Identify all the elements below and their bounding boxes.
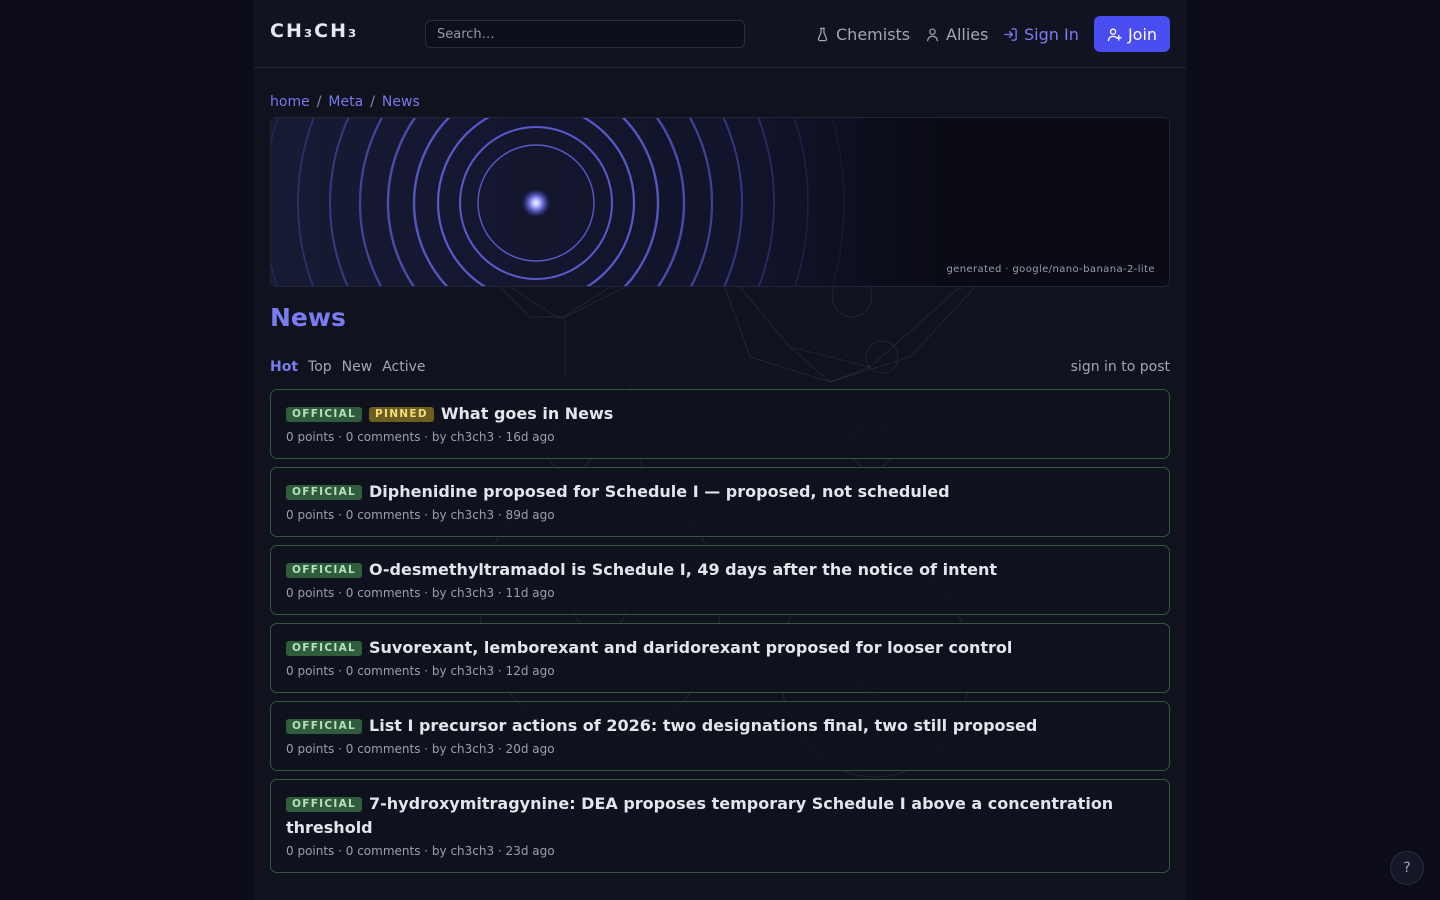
tab-active[interactable]: Active [382,359,425,375]
post-meta: 0 points · 0 comments · by ch3ch3 · 20d … [286,742,555,756]
official-badge: OFFICIAL [286,563,363,578]
post-card[interactable]: OFFICIAL PINNED What goes in News 0 points… [270,389,1170,459]
post-card[interactable]: OFFICIAL Suvorexant, lemborexant and dari… [270,623,1170,693]
community-banner: generated · google/nano-banana-2-lite [270,117,1170,287]
post-card[interactable]: OFFICIAL Diphenidine proposed for Schedul… [270,467,1170,537]
official-badge: OFFICIAL [286,641,363,656]
post-title[interactable]: What goes in News [441,404,613,423]
banner-image [271,118,1169,286]
nav-allies-link[interactable]: Allies [925,22,988,46]
tab-hot[interactable]: Hot [270,359,298,375]
official-badge: OFFICIAL [286,797,363,812]
official-badge: OFFICIAL [286,719,363,734]
user-icon [927,27,938,41]
post-card[interactable]: OFFICIAL List I precursor actions of 2026… [270,701,1170,771]
banner-caption: generated · google/nano-banana-2-lite [946,264,1155,275]
tab-new[interactable]: New [342,359,373,375]
post-meta: 0 points · 0 comments · by ch3ch3 · 89d … [286,508,555,522]
help-button[interactable]: ? [1390,851,1424,885]
sort-tabs: Hot Top New Active [270,359,426,375]
sign-in-label: Sign In [1024,24,1079,44]
post-title-line: OFFICIAL List I precursor actions of 2026… [286,714,1154,738]
user-plus-icon [1107,27,1122,41]
post-title-line: OFFICIAL Suvorexant, lemborexant and dari… [286,636,1154,660]
breadcrumb-meta[interactable]: Meta [328,94,363,110]
post-title-line: OFFICIAL O-desmethyltramadol is Schedule … [286,558,1154,582]
post-title-line: OFFICIAL Diphenidine proposed for Schedul… [286,480,1154,504]
breadcrumb: home / Meta / News [270,94,420,110]
post-list: OFFICIAL PINNED What goes in News 0 points… [270,389,1170,881]
sign-in-link[interactable]: Sign In [1003,22,1079,46]
page-title: News [270,303,346,332]
post-title[interactable]: Suvorexant, lemborexant and daridorexant… [369,638,1012,657]
sign-in-icon [1004,27,1017,41]
flask-icon [817,27,828,41]
post-meta: 0 points · 0 comments · by ch3ch3 · 11d … [286,586,555,600]
post-meta: 0 points · 0 comments · by ch3ch3 · 16d … [286,430,555,444]
breadcrumb-separator: / [316,94,322,110]
post-card[interactable]: OFFICIAL O-desmethyltramadol is Schedule … [270,545,1170,615]
site-logo[interactable]: CH₃CH₃ [270,20,358,42]
nav-chemists-label: Chemists [836,24,911,44]
official-badge: OFFICIAL [286,485,363,500]
post-title[interactable]: List I precursor actions of 2026: two de… [369,716,1037,735]
nav-allies-label: Allies [946,24,989,44]
join-label: Join [1127,24,1158,44]
post-meta: 0 points · 0 comments · by ch3ch3 · 12d … [286,664,555,678]
tab-top[interactable]: Top [308,359,332,375]
post-title-line: OFFICIAL 7-hydroxymitragynine: DEA propos… [286,792,1154,840]
post-title[interactable]: Diphenidine proposed for Schedule I — pr… [369,482,950,501]
post-card[interactable]: OFFICIAL 7-hydroxymitragynine: DEA propos… [270,779,1170,873]
search-input[interactable] [425,20,745,48]
post-title[interactable]: O-desmethyltramadol is Schedule I, 49 da… [369,560,997,579]
post-meta: 0 points · 0 comments · by ch3ch3 · 23d … [286,844,555,858]
pinned-badge: PINNED [369,407,434,422]
breadcrumb-home[interactable]: home [270,94,310,110]
sign-in-to-post-link[interactable]: sign in to post [1071,359,1170,375]
join-button[interactable]: Join [1094,16,1170,52]
breadcrumb-separator: / [370,94,375,110]
nav-chemists-link[interactable]: Chemists [815,22,910,46]
post-title-line: OFFICIAL PINNED What goes in News [286,402,1154,426]
post-title[interactable]: 7-hydroxymitragynine: DEA proposes tempo… [286,794,1113,837]
top-navbar: CH₃CH₃ Chemists Allies Sign In Join [254,0,1186,68]
breadcrumb-news[interactable]: News [382,94,420,110]
official-badge: OFFICIAL [286,407,363,422]
